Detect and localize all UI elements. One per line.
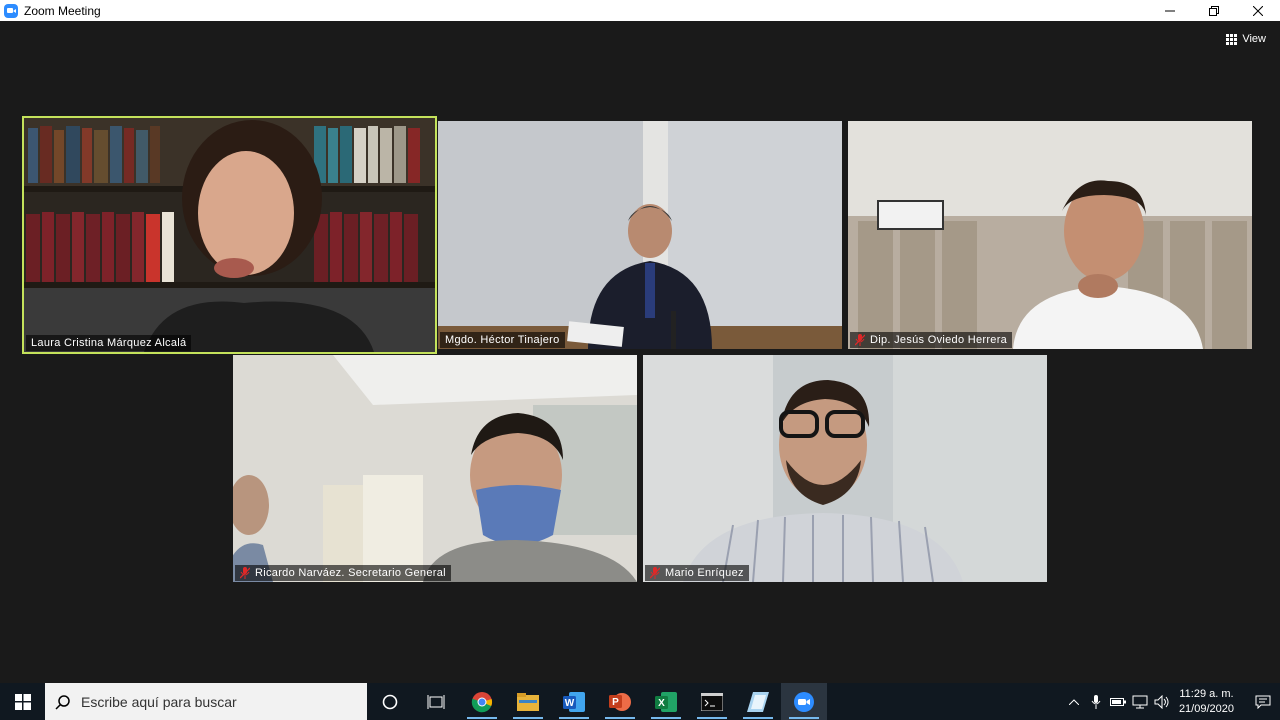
notes-icon [747, 691, 769, 712]
mic-muted-icon [240, 567, 250, 579]
svg-text:W: W [565, 698, 575, 709]
participant-name: Mgdo. Héctor Tinajero [445, 334, 560, 346]
minimize-button[interactable] [1148, 0, 1192, 21]
microphone-icon [1091, 694, 1101, 709]
gallery-grid-icon [1226, 33, 1238, 45]
task-view-icon [427, 694, 445, 709]
cortana-icon [382, 694, 398, 709]
close-button[interactable] [1236, 0, 1280, 21]
participant-name: Dip. Jesús Oviedo Herrera [870, 334, 1008, 346]
notes-taskbar-button[interactable] [735, 683, 781, 720]
chrome-icon [471, 691, 493, 712]
chrome-taskbar-button[interactable] [459, 683, 505, 720]
participant-name-tag: Laura Cristina Márquez Alcalá [26, 335, 192, 351]
participant-name: Mario Enríquez [665, 567, 744, 579]
participant-name: Laura Cristina Márquez Alcalá [31, 337, 187, 349]
video-tile-jesus[interactable]: Dip. Jesús Oviedo Herrera [848, 121, 1252, 349]
participant-name-tag: Mario Enríquez [645, 565, 749, 581]
chevron-up-icon [1068, 698, 1079, 705]
video-tile-ricardo[interactable]: Ricardo Narváez. Secretario General [233, 355, 637, 582]
video-feed-hector [438, 121, 842, 349]
action-center-button[interactable] [1246, 695, 1280, 709]
participant-name: Ricardo Narváez. Secretario General [255, 567, 446, 579]
video-feed-ricardo [233, 355, 637, 582]
volume-tray-button[interactable] [1151, 694, 1173, 709]
video-tile-mario[interactable]: Mario Enríquez [643, 355, 1047, 582]
participant-name-tag: Ricardo Narváez. Secretario General [235, 565, 451, 581]
network-icon [1132, 695, 1148, 708]
search-placeholder: Escribe aquí para buscar [81, 693, 237, 710]
window-controls [1148, 0, 1280, 21]
microphone-tray-button[interactable] [1085, 694, 1107, 709]
excel-icon: X [655, 691, 677, 712]
participant-name-tag: Mgdo. Héctor Tinajero [440, 332, 565, 348]
zoom-icon [794, 691, 814, 712]
battery-tray-button[interactable] [1107, 697, 1129, 707]
mic-muted-icon [855, 334, 865, 346]
zoom-taskbar-button[interactable] [781, 683, 827, 720]
windows-logo-icon [14, 693, 31, 710]
terminal-icon [701, 692, 723, 711]
view-button[interactable]: View [1226, 33, 1266, 45]
word-icon: W [563, 691, 585, 712]
network-tray-button[interactable] [1129, 695, 1151, 709]
show-hidden-icons-button[interactable] [1063, 698, 1085, 705]
powerpoint-icon: P [609, 692, 631, 711]
task-view-button[interactable] [413, 683, 459, 720]
window-title: Zoom Meeting [24, 3, 101, 18]
cortana-button[interactable] [367, 683, 413, 720]
minimize-icon [1165, 10, 1175, 11]
meeting-stage: View Laura Cristina Márquez Alcalá Mgdo.… [0, 21, 1280, 683]
restore-icon [1209, 5, 1219, 16]
participant-name-tag: Dip. Jesús Oviedo Herrera [850, 332, 1013, 348]
taskbar-search-box[interactable]: Escribe aquí para buscar [45, 683, 367, 720]
svg-text:X: X [658, 698, 665, 709]
start-button[interactable] [0, 683, 45, 720]
file-explorer-taskbar-button[interactable] [505, 683, 551, 720]
battery-icon [1109, 697, 1126, 706]
zoom-app-icon [4, 3, 18, 18]
file-explorer-icon [517, 692, 539, 711]
video-tile-laura[interactable]: Laura Cristina Márquez Alcalá [22, 116, 437, 354]
notification-icon [1255, 695, 1271, 709]
close-icon [1253, 5, 1263, 16]
mic-muted-icon [650, 567, 660, 579]
search-icon [55, 694, 70, 710]
system-tray: 11:29 a. m. 21/09/2020 [1063, 683, 1280, 720]
volume-icon [1154, 694, 1169, 709]
clock-time: 11:29 a. m. [1179, 687, 1234, 700]
terminal-taskbar-button[interactable] [689, 683, 735, 720]
restore-button[interactable] [1192, 0, 1236, 21]
svg-text:P: P [612, 697, 619, 708]
view-button-label: View [1242, 33, 1266, 45]
video-feed-laura [24, 118, 435, 352]
video-feed-mario [643, 355, 1047, 582]
window-titlebar: Zoom Meeting [0, 0, 1280, 21]
taskbar-clock[interactable]: 11:29 a. m. 21/09/2020 [1179, 687, 1234, 717]
excel-taskbar-button[interactable]: X [643, 683, 689, 720]
powerpoint-taskbar-button[interactable]: P [597, 683, 643, 720]
video-feed-jesus [848, 121, 1252, 349]
video-tile-hector[interactable]: Mgdo. Héctor Tinajero [438, 121, 842, 349]
windows-taskbar: Escribe aquí para buscar W P X 11:29 a. … [0, 683, 1280, 720]
word-taskbar-button[interactable]: W [551, 683, 597, 720]
clock-date: 21/09/2020 [1178, 702, 1234, 715]
